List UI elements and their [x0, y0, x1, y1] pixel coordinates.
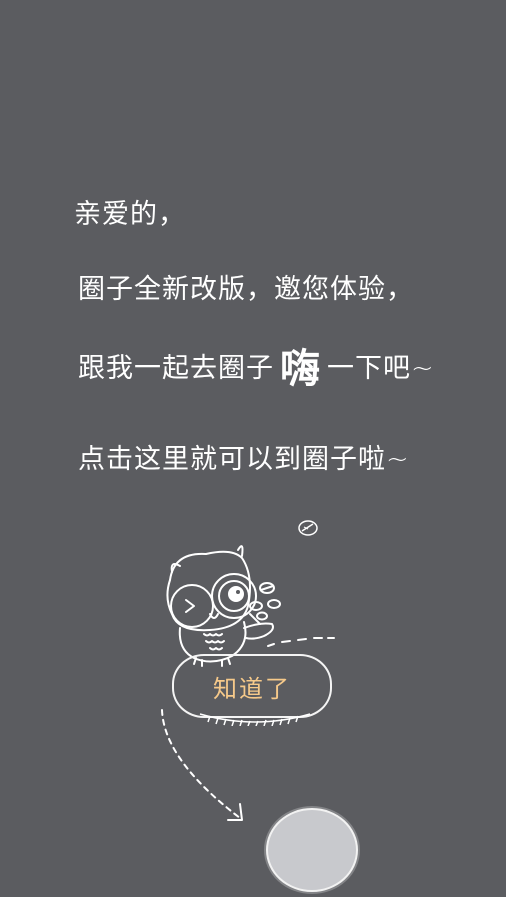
- join-text-emphasis: 嗨: [280, 346, 321, 392]
- circle-entry-button[interactable]: [266, 808, 358, 892]
- greeting-text: 亲爱的，: [74, 199, 186, 230]
- got-it-label: 知道了: [213, 674, 291, 703]
- dashed-arrow-icon: [161, 709, 243, 821]
- guide-overlay: 亲爱的， 圈子全新改版，邀您体验， 跟我一起去圈子 嗨 一下吧~ 点击这里就可以…: [0, 0, 506, 897]
- join-text-start: 跟我一起去圈子: [78, 353, 274, 384]
- join-text-end: 一下吧~: [327, 353, 435, 384]
- click-here-text: 点击这里就可以到圈子啦~: [78, 444, 410, 475]
- invite-text: 圈子全新改版，邀您体验，: [78, 274, 414, 305]
- join-text: 跟我一起去圈子 嗨 一下吧~: [78, 345, 435, 389]
